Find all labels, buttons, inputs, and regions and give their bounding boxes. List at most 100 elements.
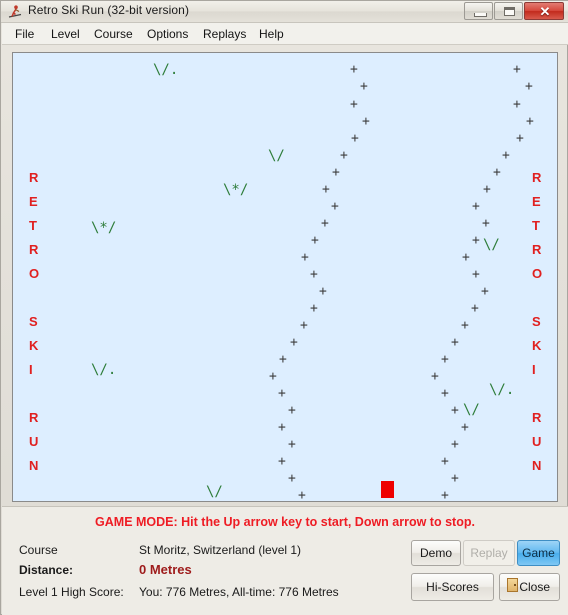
application-window: Retro Ski Run (32-bit version) ✕ File Lev… (0, 0, 568, 615)
slalom-gate-marker: + (516, 131, 524, 146)
tree-glyph: \/. (153, 62, 179, 78)
close-icon: ✕ (539, 4, 551, 19)
skier-icon (8, 5, 22, 18)
slalom-gate-marker: + (482, 216, 490, 231)
close-window-button[interactable]: ✕ (524, 2, 564, 20)
menu-item-level[interactable]: Level (46, 26, 85, 42)
hi-scores-button-label: Hi-Scores (426, 580, 479, 594)
slalom-gate-marker: + (513, 62, 521, 77)
slalom-gate-marker: + (441, 488, 449, 501)
slalom-gate-marker: + (441, 352, 449, 367)
slalom-gate-marker: + (340, 148, 348, 163)
side-banner-letter-left: R (29, 410, 39, 425)
slalom-gate-marker: + (493, 165, 501, 180)
slalom-gate-marker: + (472, 267, 480, 282)
game-field-frame: + + + + + + + + + + + + + + + + + + + + + + + + + + + + + + + + + + + + + + + +… (12, 52, 558, 502)
slalom-gate-marker: + (279, 352, 287, 367)
tree-glyph: \/ (268, 148, 285, 164)
menu-item-replays[interactable]: Replays (198, 26, 251, 42)
slalom-gate-marker: + (288, 437, 296, 452)
minimize-button[interactable] (464, 2, 493, 20)
side-banner-letter-right: R (532, 170, 542, 185)
side-banner-letter-right: N (532, 458, 542, 473)
side-banner-letter-left: N (29, 458, 39, 473)
door-icon (507, 578, 518, 592)
status-panel: GAME MODE: Hit the Up arrow key to start… (2, 506, 568, 615)
slalom-gate-marker: + (319, 284, 327, 299)
demo-button[interactable]: Demo (411, 540, 461, 566)
menu-bar: File Level Course Options Replays Help (2, 23, 568, 45)
high-score-label: Level 1 High Score: (19, 585, 124, 599)
slalom-gate-marker: + (311, 233, 319, 248)
menu-item-help[interactable]: Help (254, 26, 289, 42)
slalom-gate-marker: + (269, 369, 277, 384)
side-banner-letter-left: O (29, 266, 40, 281)
game-mode-banner: GAME MODE: Hit the Up arrow key to start… (95, 515, 475, 529)
side-banner-letter-left: R (29, 242, 39, 257)
demo-button-label: Demo (419, 546, 452, 560)
slalom-gate-marker: + (288, 471, 296, 486)
slalom-gate-marker: + (332, 165, 340, 180)
side-banner-letter-left: I (29, 362, 33, 377)
distance-label: Distance: (19, 563, 74, 577)
slalom-gate-marker: + (461, 420, 469, 435)
maximize-button[interactable] (494, 2, 523, 20)
player-skier (381, 481, 394, 498)
replay-button-label: Replay (470, 546, 508, 560)
tree-glyph: \*/ (91, 220, 117, 236)
slalom-gate-marker: + (350, 97, 358, 112)
side-banner-letter-left: K (29, 338, 39, 353)
side-banner-letter-right: I (532, 362, 536, 377)
side-banner-letter-right: E (532, 194, 541, 209)
slalom-gate-marker: + (322, 182, 330, 197)
side-banner-letter-right: R (532, 410, 542, 425)
slalom-gate-marker: + (462, 250, 470, 265)
side-banner-letter-right: U (532, 434, 542, 449)
tree-glyph: \/ (206, 484, 223, 500)
slalom-gate-marker: + (362, 114, 370, 129)
slalom-gate-marker: + (331, 199, 339, 214)
course-value: St Moritz, Switzerland (level 1) (139, 543, 302, 557)
slalom-gate-marker: + (431, 369, 439, 384)
side-banner-letter-left: E (29, 194, 38, 209)
side-banner-letter-left: U (29, 434, 39, 449)
side-banner-letter-right: R (532, 242, 542, 257)
menu-item-course[interactable]: Course (89, 26, 138, 42)
side-banner-letter-right: T (532, 218, 540, 233)
side-banner-letter-right: O (532, 266, 543, 281)
maximize-icon (504, 7, 515, 16)
slalom-gate-marker: + (451, 437, 459, 452)
slalom-gate-marker: + (321, 216, 329, 231)
game-button[interactable]: Game (517, 540, 560, 566)
side-banner-letter-left: T (29, 218, 37, 233)
menu-item-options[interactable]: Options (142, 26, 193, 42)
close-button[interactable]: Close (499, 573, 560, 601)
slalom-gate-marker: + (278, 454, 286, 469)
slalom-gate-marker: + (525, 79, 533, 94)
slalom-gate-marker: + (301, 250, 309, 265)
slalom-gate-marker: + (513, 97, 521, 112)
side-banner-letter-left: S (29, 314, 38, 329)
slalom-gate-marker: + (451, 403, 459, 418)
side-banner-letter-left: R (29, 170, 39, 185)
slalom-gate-marker: + (502, 148, 510, 163)
slalom-gate-marker: + (360, 79, 368, 94)
minimize-icon (474, 13, 487, 17)
tree-glyph: \*/ (223, 182, 249, 198)
slalom-gate-marker: + (288, 403, 296, 418)
slalom-gate-marker: + (300, 318, 308, 333)
title-bar: Retro Ski Run (32-bit version) ✕ (1, 1, 568, 23)
slalom-gate-marker: + (451, 335, 459, 350)
slalom-gate-marker: + (350, 62, 358, 77)
high-score-value: You: 776 Metres, All-time: 776 Metres (139, 585, 339, 599)
side-banner-letter-right: K (532, 338, 542, 353)
replay-button[interactable]: Replay (463, 540, 515, 566)
slalom-gate-marker: + (278, 420, 286, 435)
menu-item-file[interactable]: File (10, 26, 39, 42)
hi-scores-button[interactable]: Hi-Scores (411, 573, 494, 601)
tree-glyph: \/ (463, 402, 480, 418)
tree-glyph: \/. (489, 382, 515, 398)
game-field[interactable]: + + + + + + + + + + + + + + + + + + + + + + + + + + + + + + + + + + + + + + + +… (13, 53, 557, 501)
slalom-gate-marker: + (451, 471, 459, 486)
slalom-gate-marker: + (472, 233, 480, 248)
